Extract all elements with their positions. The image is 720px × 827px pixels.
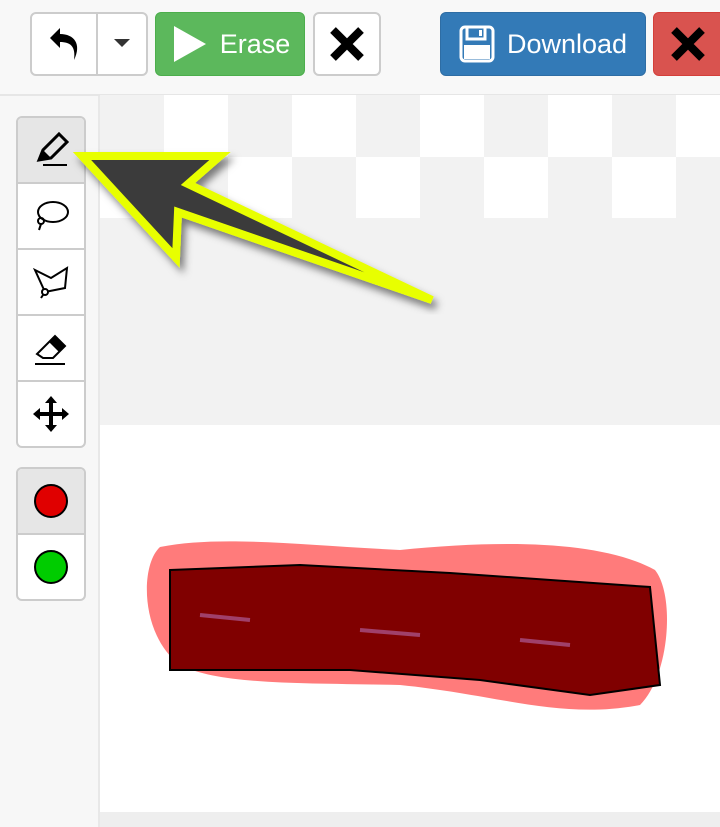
annotation-arrow bbox=[72, 152, 434, 304]
